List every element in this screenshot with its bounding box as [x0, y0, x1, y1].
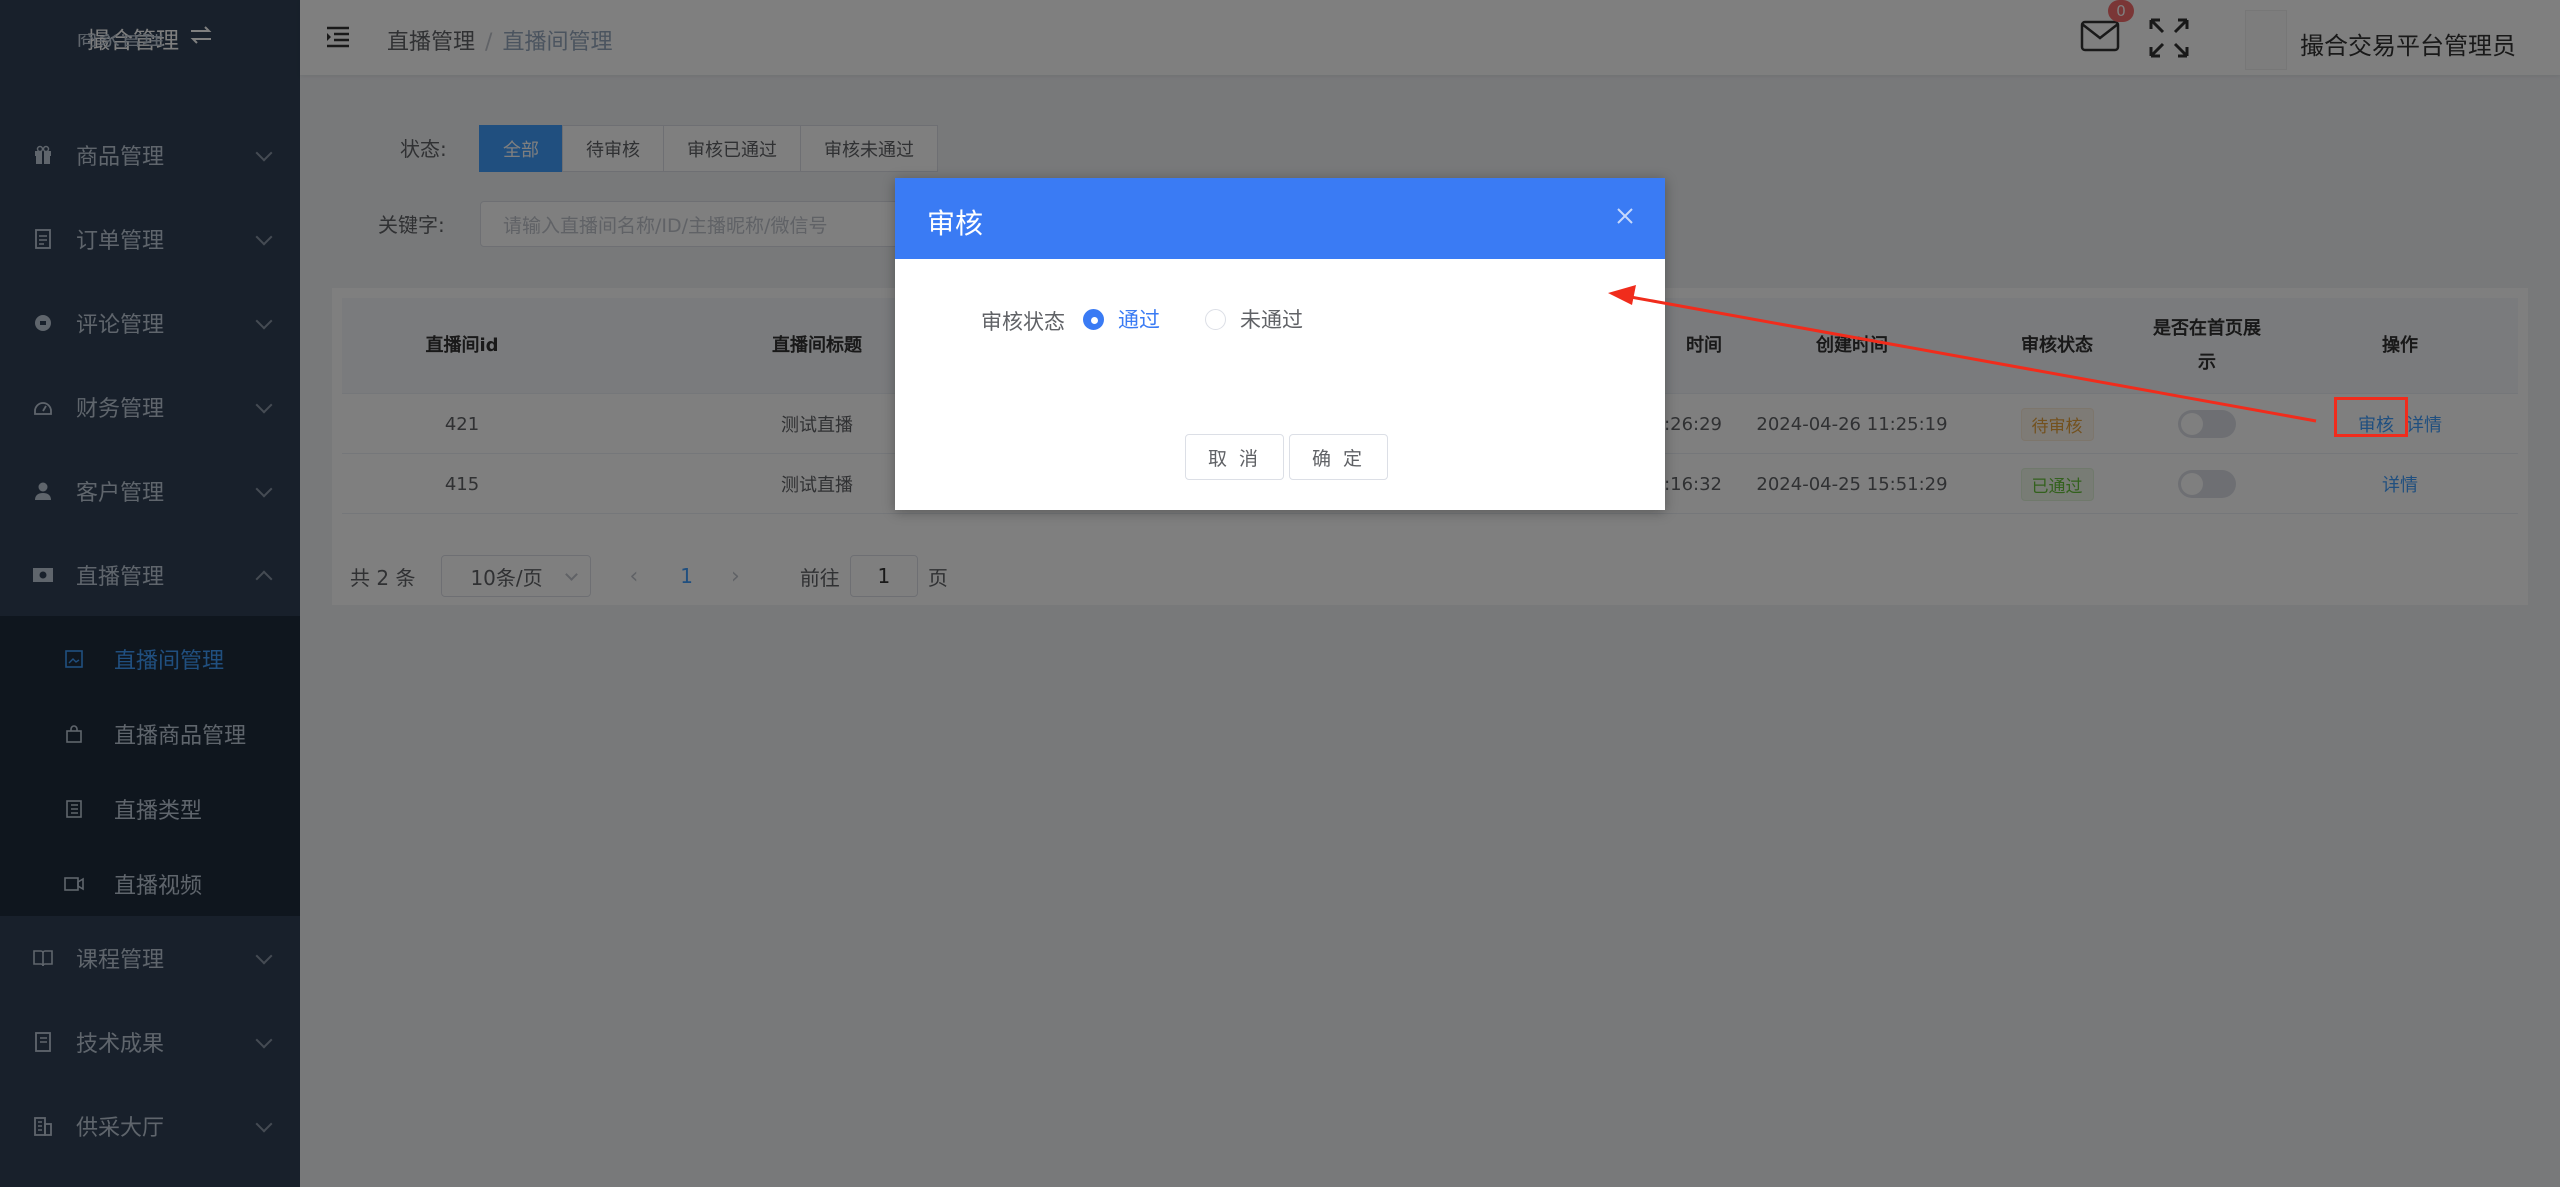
radio-checked-icon: [1083, 308, 1104, 330]
audit-status-label: 审核状态: [981, 310, 1065, 334]
radio-pass-label: 通过: [1118, 308, 1160, 332]
confirm-button[interactable]: 确 定: [1289, 434, 1389, 480]
cancel-button[interactable]: 取 消: [1185, 434, 1285, 480]
radio-fail[interactable]: 未通过: [1205, 304, 1303, 334]
annotation-highlight-box: [2334, 397, 2408, 437]
audit-dialog: 审核 审核状态 通过 未通过 取 消 确 定: [895, 178, 1665, 510]
radio-pass[interactable]: 通过: [1083, 304, 1160, 334]
dialog-title: 审核: [927, 207, 984, 240]
dialog-header: 审核: [895, 178, 1665, 259]
close-icon[interactable]: [1615, 206, 1635, 226]
radio-fail-label: 未通过: [1240, 308, 1303, 332]
radio-unchecked-icon: [1205, 308, 1226, 330]
